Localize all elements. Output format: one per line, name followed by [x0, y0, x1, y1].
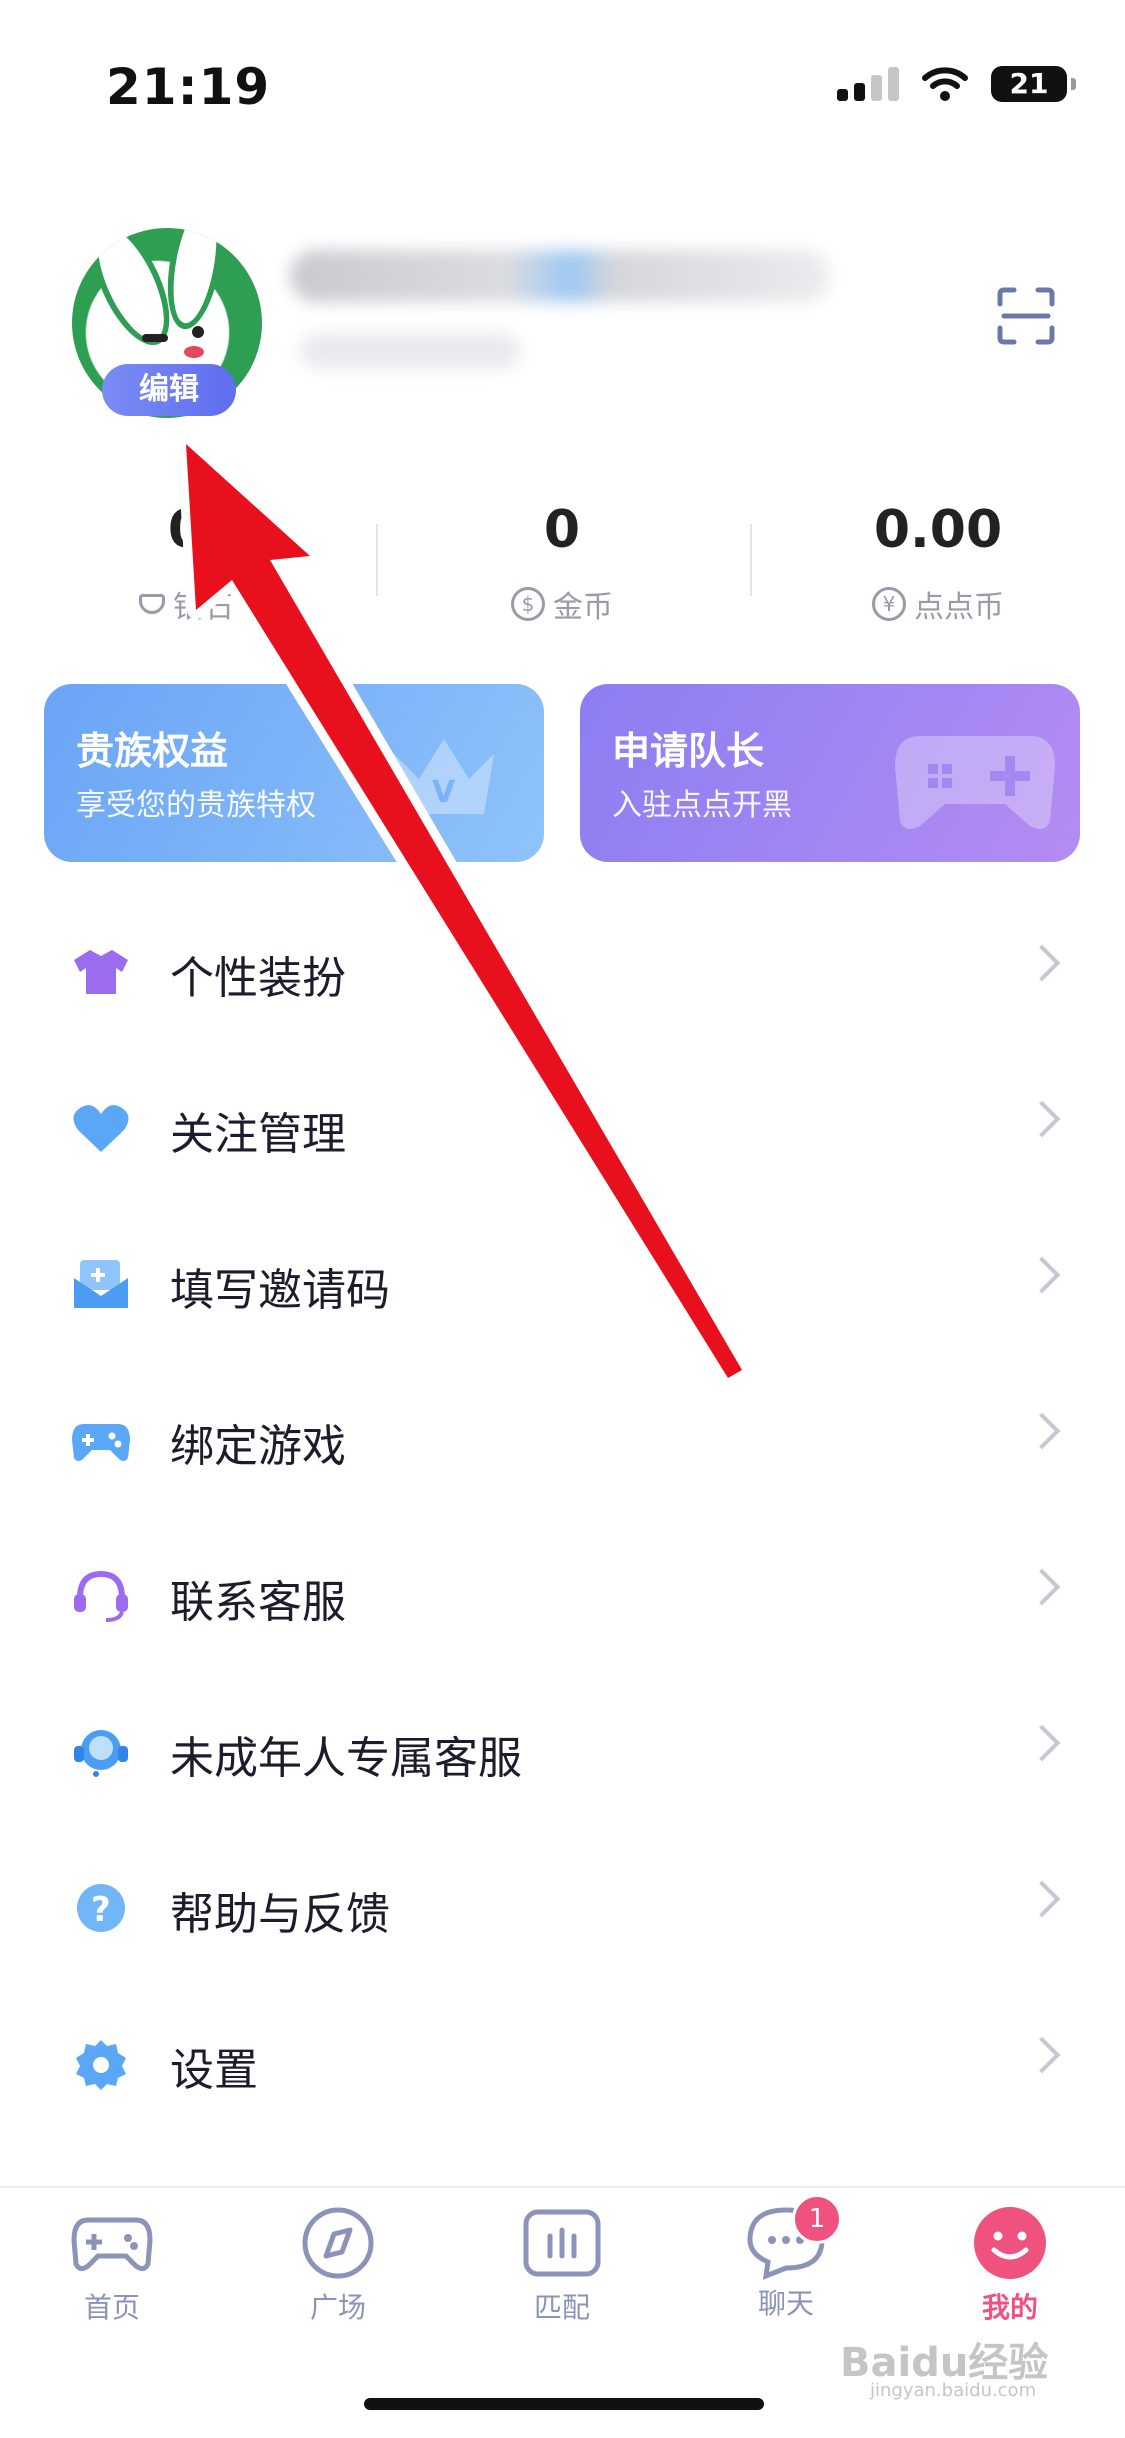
edit-profile-button[interactable]: 编辑 — [102, 364, 236, 416]
gear-icon — [76, 2040, 126, 2090]
tshirt-icon — [74, 950, 128, 994]
menu-item-minor-support[interactable]: 未成年人专属客服 — [0, 1686, 1125, 1806]
gamepad-icon — [72, 1424, 130, 1461]
smiley-icon — [974, 2207, 1046, 2279]
heart-icon — [73, 1105, 129, 1152]
dollar-coin-icon: $ — [511, 587, 545, 621]
menu-item-settings[interactable]: 设置 — [0, 1998, 1125, 2118]
status-icons: 21 — [837, 66, 1076, 102]
tab-chat[interactable]: 1 聊天 — [706, 2194, 866, 2322]
support-agent-icon — [74, 1730, 128, 1777]
yen-coin-icon: ¥ — [872, 587, 906, 621]
card-title: 申请队长 — [612, 729, 765, 773]
divider — [376, 524, 378, 596]
menu-label: 个性装扮 — [170, 953, 346, 1004]
question-icon: ? — [77, 1884, 125, 1932]
stat-label: 钻石 — [173, 590, 233, 625]
menu-label: 帮助与反馈 — [170, 1889, 390, 1940]
unread-badge: 1 — [792, 2194, 842, 2244]
compass-icon — [302, 2207, 374, 2279]
gamepad-icon — [895, 736, 1055, 830]
stat-gold-coins[interactable]: 0 $ 金币 — [432, 500, 692, 626]
crown-icon: V — [394, 739, 494, 814]
wifi-icon — [922, 67, 968, 101]
menu-item-bind-game[interactable]: 绑定游戏 — [0, 1374, 1125, 1494]
card-subtitle: 享受您的贵族特权 — [76, 788, 316, 823]
chevron-right-icon — [1023, 1724, 1061, 1762]
chevron-right-icon — [1023, 2036, 1061, 2074]
svg-text:V: V — [432, 775, 456, 810]
cellular-signal-icon — [837, 67, 899, 101]
menu-item-contact-support[interactable]: 联系客服 — [0, 1530, 1125, 1650]
apply-captain-card[interactable]: 申请队长 入驻点点开黑 — [580, 684, 1080, 862]
menu-label: 填写邀请码 — [170, 1265, 390, 1316]
menu-item-follow-management[interactable]: 关注管理 — [0, 1062, 1125, 1182]
chevron-right-icon — [1023, 1100, 1061, 1138]
invite-envelope-icon — [74, 1260, 128, 1308]
menu-label: 绑定游戏 — [170, 1421, 346, 1472]
stat-value: 0 — [167, 500, 205, 560]
stat-value: 0 — [543, 500, 581, 560]
menu-label: 联系客服 — [170, 1577, 346, 1628]
home-indicator[interactable] — [364, 2398, 764, 2410]
status-time: 21:19 — [106, 58, 271, 116]
card-subtitle: 入驻点点开黑 — [612, 788, 792, 823]
stat-diandian-coins[interactable]: 0.00 ¥ 点点币 — [808, 500, 1068, 626]
stat-label: 点点币 — [914, 590, 1004, 625]
menu-item-invite-code[interactable]: 填写邀请码 — [0, 1218, 1125, 1338]
menu-label: 未成年人专属客服 — [170, 1733, 522, 1784]
tab-match[interactable]: 匹配 — [482, 2206, 642, 2326]
chevron-right-icon — [1023, 1880, 1061, 1918]
card-title: 贵族权益 — [76, 729, 229, 773]
tab-label: 广场 — [309, 2291, 366, 2324]
noble-benefits-card[interactable]: 贵族权益 享受您的贵族特权 V — [44, 684, 544, 862]
menu-item-help-feedback[interactable]: ? 帮助与反馈 — [0, 1842, 1125, 1962]
headset-icon — [74, 1570, 128, 1622]
stat-value: 0.00 — [873, 500, 1003, 560]
gem-icon — [139, 594, 165, 614]
tab-mine[interactable]: 我的 — [930, 2206, 1090, 2326]
tab-label: 匹配 — [533, 2291, 590, 2324]
chevron-right-icon — [1023, 1256, 1061, 1294]
chevron-right-icon — [1023, 1412, 1061, 1450]
tab-label: 首页 — [83, 2291, 140, 2324]
battery-icon: 21 — [991, 66, 1076, 102]
watermark-url: jingyan.baidu.com — [870, 2380, 1037, 2401]
chevron-right-icon — [1023, 944, 1061, 982]
gamepad-tab-icon — [71, 2217, 153, 2272]
tab-plaza[interactable]: 广场 — [258, 2206, 418, 2326]
chevron-right-icon — [1023, 1568, 1061, 1606]
tab-label: 我的 — [981, 2291, 1038, 2324]
menu-label: 关注管理 — [170, 1109, 346, 1160]
divider — [750, 524, 752, 596]
scan-icon[interactable] — [996, 286, 1056, 346]
tab-label: 聊天 — [757, 2287, 814, 2320]
match-bars-icon — [523, 2209, 601, 2277]
tab-home[interactable]: 首页 — [32, 2206, 192, 2326]
stat-diamonds[interactable]: 0 钻石 — [56, 500, 316, 626]
svg-text:?: ? — [91, 1890, 111, 1930]
menu-item-dress-up[interactable]: 个性装扮 — [0, 906, 1125, 1026]
stat-label: 金币 — [553, 590, 613, 625]
user-id-blurred — [300, 334, 520, 368]
menu-label: 设置 — [170, 2045, 258, 2096]
username-blurred — [290, 250, 830, 302]
